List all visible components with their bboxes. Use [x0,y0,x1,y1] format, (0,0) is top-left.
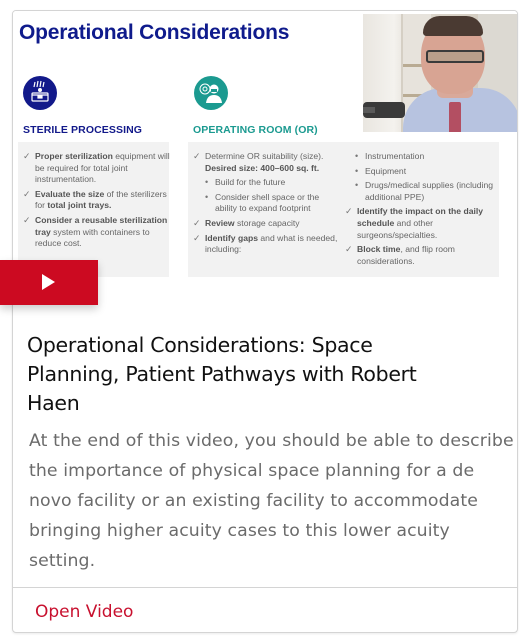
list-item: • Consider shell space or the ability to … [205,191,320,214]
operating-room-list-2: • Instrumentation • Equipment • Drugs/medic… [345,151,500,270]
sterilizer-icon [23,76,57,110]
list-item: ✓ Block time, and flip room consideration… [345,244,455,266]
list-item: ✓ Identify gaps and what is needed, inclu… [193,232,338,255]
check-icon: ✓ [23,151,31,161]
list-item: ✓ Proper sterilization equipment will be … [23,151,170,185]
operating-room-list-1: ✓ Determine OR suitability (size). Desire… [193,151,343,259]
list-item: • Instrumentation [355,151,425,161]
bullet-icon: • [355,180,359,191]
bullet-icon: • [205,191,209,202]
open-video-link[interactable]: Open Video [35,602,133,622]
check-icon: ✓ [345,244,353,255]
check-icon: ✓ [345,206,353,217]
slide-title: Operational Considerations [19,21,290,44]
play-icon [42,274,55,290]
check-icon: ✓ [193,151,201,161]
video-card: Operational Considerations STERILE PROCE… [12,10,518,633]
operating-room-heading: OPERATING ROOM (OR) [193,124,318,136]
list-item: ✓ Identify the impact on the daily schedu… [345,206,484,240]
bullet-icon: • [205,177,209,188]
video-title: Operational Considerations: Space Planni… [27,333,417,415]
check-icon: ✓ [193,232,201,243]
surgeon-icon [194,76,228,110]
play-button[interactable] [0,260,98,305]
bullet-icon: • [355,151,359,161]
list-item: ✓ Determine OR suitability (size). Desire… [193,151,324,173]
presenter-webcam [363,14,517,132]
sterile-processing-heading: STERILE PROCESSING [23,124,143,136]
list-item: ✓ Consider a reusable sterilization tray … [23,214,168,249]
video-description: At the end of this video, you should be … [29,431,514,571]
list-item: • Build for the future [205,177,286,188]
sterile-processing-list: ✓ Proper sterilization equipment will be … [23,151,173,253]
list-item: ✓ Evaluate the size of the sterilizers fo… [23,188,167,211]
check-icon: ✓ [193,217,201,228]
divider [13,587,517,588]
list-item: ✓ Review storage capacity [193,217,300,228]
check-icon: ✓ [23,188,31,199]
list-item: • Equipment [355,165,407,176]
check-icon: ✓ [23,214,31,225]
list-item: • Drugs/medical supplies (including addit… [355,180,494,202]
bullet-icon: • [355,165,359,176]
